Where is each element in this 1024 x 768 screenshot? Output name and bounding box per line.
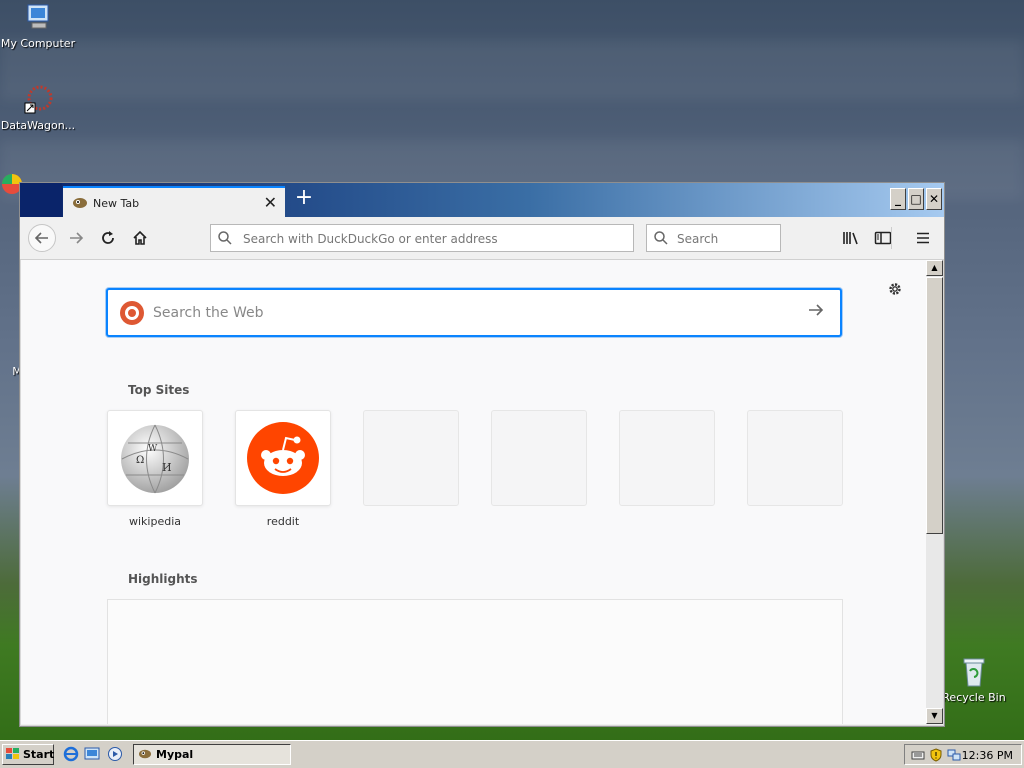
recycle-bin-icon: [958, 656, 990, 688]
search-bar[interactable]: Search: [646, 224, 781, 252]
search-icon: [654, 231, 668, 245]
tab-new-tab[interactable]: New Tab ✕: [63, 186, 285, 217]
forward-arrow-icon: [70, 232, 84, 244]
forward-button[interactable]: [63, 226, 89, 252]
svg-text:W: W: [148, 444, 158, 454]
svg-text:Ω: Ω: [136, 455, 144, 466]
search-bar-placeholder: Search: [677, 232, 719, 246]
taskbar-button-mypal[interactable]: Mypal: [133, 744, 291, 765]
scroll-down-button[interactable]: ▼: [926, 708, 943, 724]
top-site-tile-empty[interactable]: [363, 410, 459, 506]
toolbar-separator: [891, 227, 892, 249]
desktop-icon-datawagon[interactable]: DataWagon...: [0, 84, 78, 132]
media-player-icon[interactable]: [107, 746, 123, 762]
home-icon: [133, 230, 147, 245]
highlights-panel: [107, 599, 843, 724]
scroll-thumb[interactable]: [926, 277, 943, 534]
web-search-placeholder: Search the Web: [153, 305, 264, 321]
keyboard-icon[interactable]: [911, 748, 925, 762]
internet-explorer-icon[interactable]: [63, 746, 79, 762]
start-label: Start: [23, 748, 55, 761]
menu-button[interactable]: [912, 227, 934, 249]
search-submit-arrow-icon[interactable]: [806, 300, 826, 325]
title-bar[interactable]: New Tab ✕ + _ □ ✕: [20, 183, 944, 217]
security-shield-icon[interactable]: [929, 748, 943, 762]
desktop-icon-recycle-bin[interactable]: Recycle Bin: [934, 656, 1014, 704]
window-controls: _ □ ✕: [890, 188, 942, 210]
desktop-icon-label: My Computer: [0, 37, 76, 50]
back-button[interactable]: [28, 224, 56, 252]
computer-icon: [22, 2, 54, 34]
highlights-heading: Highlights: [128, 572, 198, 586]
minimize-button[interactable]: _: [890, 188, 906, 210]
clock: 12:36 PM: [961, 749, 1013, 762]
top-site-label: reddit: [266, 515, 300, 528]
top-site-tile-empty[interactable]: [747, 410, 843, 506]
reload-icon: [102, 231, 114, 244]
desktop-icon-label: Recycle Bin: [942, 691, 1006, 704]
start-button[interactable]: Start: [2, 744, 54, 765]
address-bar-placeholder: Search with DuckDuckGo or enter address: [243, 232, 498, 246]
system-tray: 12:36 PM: [904, 744, 1022, 765]
desktop-icon-label: DataWagon...: [0, 119, 76, 132]
scroll-up-button[interactable]: ▲: [926, 260, 943, 276]
browser-window: New Tab ✕ + _ □ ✕ Search with DuckDuckGo…: [19, 182, 945, 727]
tab-title: New Tab: [93, 197, 140, 210]
search-icon: [218, 231, 232, 245]
top-site-tile-empty[interactable]: [491, 410, 587, 506]
tab-favicon-icon: [73, 198, 87, 208]
navigation-toolbar: Search with DuckDuckGo or enter address …: [20, 217, 944, 260]
top-sites-heading: Top Sites: [128, 383, 190, 397]
title-bar-left: [20, 183, 62, 217]
close-window-button[interactable]: ✕: [926, 188, 942, 210]
back-arrow-icon: [34, 232, 48, 244]
address-bar[interactable]: Search with DuckDuckGo or enter address: [210, 224, 634, 252]
settings-gear-icon[interactable]: [886, 280, 904, 303]
svg-text:И: И: [162, 461, 172, 474]
mypal-icon: [139, 749, 151, 759]
show-desktop-icon[interactable]: [84, 746, 100, 762]
windows-flag-icon: [6, 748, 19, 759]
new-tab-page: Search the Web Top Sites Ω И W wikipedia: [21, 260, 926, 724]
library-button[interactable]: [840, 227, 862, 249]
web-search-box[interactable]: Search the Web: [106, 288, 842, 337]
tab-close-icon[interactable]: ✕: [264, 193, 277, 212]
home-button[interactable]: [127, 226, 153, 252]
wikipedia-globe-icon: Ω И W: [121, 424, 189, 494]
reddit-logo-icon: [247, 422, 319, 494]
library-icon: [843, 232, 858, 245]
maximize-button[interactable]: □: [908, 188, 924, 210]
top-site-tile-wikipedia[interactable]: Ω И W: [107, 410, 203, 506]
network-icon[interactable]: [947, 748, 961, 762]
new-tab-button[interactable]: +: [292, 187, 316, 211]
datawagon-icon: [22, 84, 54, 116]
top-site-label: wikipedia: [128, 515, 181, 528]
reload-button[interactable]: [95, 226, 121, 252]
top-site-tile-empty[interactable]: [619, 410, 715, 506]
duckduckgo-logo-icon: [120, 301, 144, 325]
top-site-tile-reddit[interactable]: [235, 410, 331, 506]
hamburger-menu-icon: [917, 232, 929, 244]
desktop-icon-my-computer[interactable]: My Computer: [0, 2, 78, 50]
sidebar-icon: [874, 231, 892, 245]
taskbar: Start Mypal 12:36 PM: [0, 740, 1024, 768]
vertical-scrollbar[interactable]: ▲ ▼: [926, 260, 943, 724]
taskbar-button-label: Mypal: [156, 748, 194, 761]
